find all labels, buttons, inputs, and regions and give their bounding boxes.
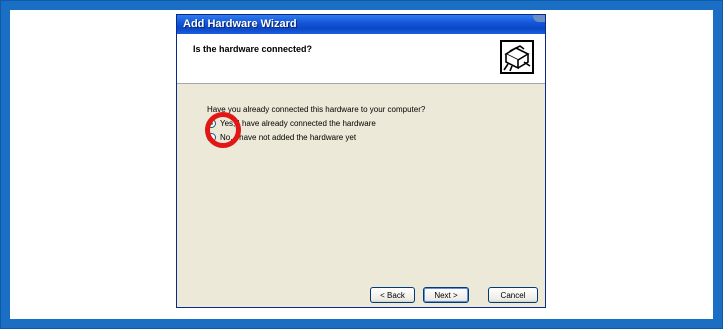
tutorial-frame: Add Hardware Wizard Is the hardware conn…: [0, 0, 723, 329]
cancel-button[interactable]: Cancel: [488, 287, 538, 303]
hardware-wizard-icon: [500, 40, 534, 74]
wizard-header: Is the hardware connected?: [177, 34, 545, 84]
title-bar[interactable]: Add Hardware Wizard: [177, 15, 545, 34]
back-button[interactable]: < Back: [370, 287, 415, 303]
next-button[interactable]: Next >: [423, 287, 469, 303]
question-text: Have you already connected this hardware…: [207, 105, 426, 114]
page-title: Is the hardware connected?: [193, 44, 313, 54]
radio-yes-label: Yes, I have already connected the hardwa…: [220, 119, 376, 128]
window-title: Add Hardware Wizard: [183, 18, 297, 30]
title-bar-corner: [533, 15, 545, 22]
red-highlight-circle: [205, 112, 241, 148]
add-hardware-wizard-window: Add Hardware Wizard Is the hardware conn…: [176, 14, 546, 308]
